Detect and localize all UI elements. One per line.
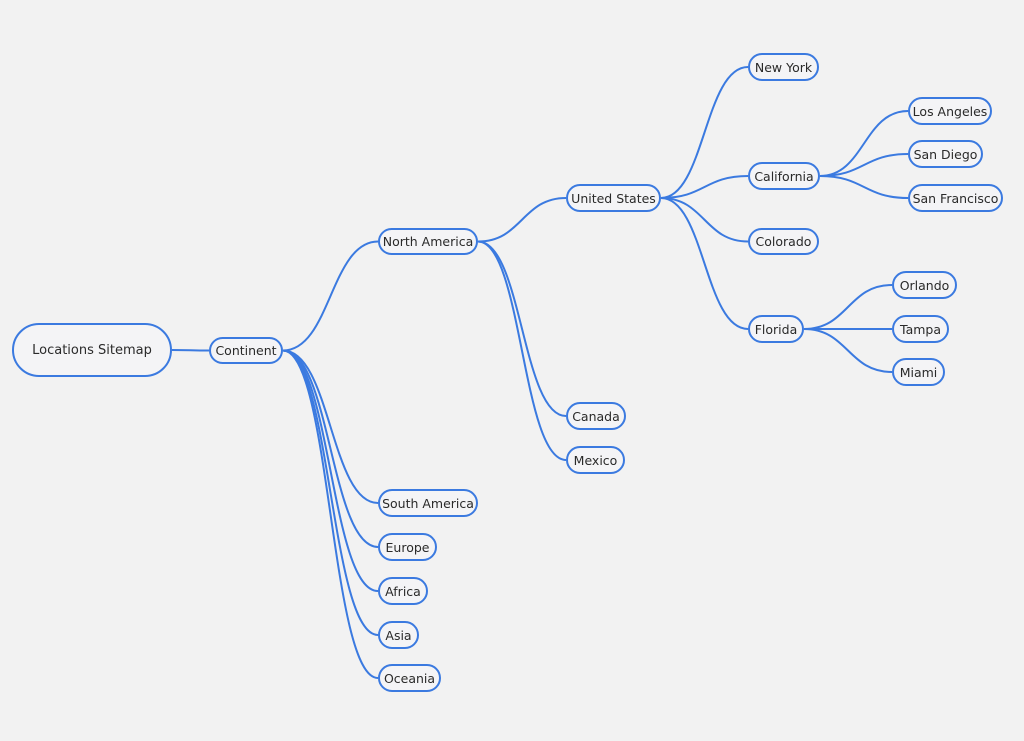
connector-north_america-mexico <box>477 240 567 461</box>
node-miami[interactable]: Miami <box>892 358 945 386</box>
node-canada[interactable]: Canada <box>566 402 626 430</box>
node-california[interactable]: California <box>748 162 820 190</box>
node-south-america[interactable]: South America <box>378 489 478 517</box>
node-north-america[interactable]: North America <box>378 228 478 255</box>
connector-north_america-canada <box>477 240 567 417</box>
node-orlando[interactable]: Orlando <box>892 271 957 299</box>
connector-continent-africa <box>282 349 379 592</box>
node-florida[interactable]: Florida <box>748 315 804 343</box>
node-tampa[interactable]: Tampa <box>892 315 949 343</box>
node-oceania[interactable]: Oceania <box>378 664 441 692</box>
node-new-york[interactable]: New York <box>748 53 819 81</box>
node-mexico[interactable]: Mexico <box>566 446 625 474</box>
connector-united_states-california <box>660 175 749 199</box>
connector-continent-asia <box>282 349 379 636</box>
connector-root-continent <box>171 349 210 352</box>
connector-continent-north_america <box>282 240 379 352</box>
connector-california-los_angeles <box>819 110 909 177</box>
node-los-angeles[interactable]: Los Angeles <box>908 97 992 125</box>
node-continent[interactable]: Continent <box>209 337 283 364</box>
node-africa[interactable]: Africa <box>378 577 428 605</box>
connector-united_states-new_york <box>660 66 749 199</box>
connector-florida-orlando <box>803 284 893 330</box>
node-san-francisco[interactable]: San Francisco <box>908 184 1003 212</box>
node-root[interactable]: Locations Sitemap <box>12 323 172 377</box>
connector-florida-miami <box>803 328 893 373</box>
connector-united_states-colorado <box>660 197 749 243</box>
node-san-diego[interactable]: San Diego <box>908 140 983 168</box>
connector-continent-south_america <box>282 349 379 504</box>
node-europe[interactable]: Europe <box>378 533 437 561</box>
node-united-states[interactable]: United States <box>566 184 661 212</box>
node-asia[interactable]: Asia <box>378 621 419 649</box>
connector-united_states-florida <box>660 197 749 330</box>
connector-california-san_francisco <box>819 175 909 199</box>
node-colorado[interactable]: Colorado <box>748 228 819 255</box>
connector-continent-oceania <box>282 349 379 679</box>
connector-north_america-united_states <box>477 197 567 243</box>
